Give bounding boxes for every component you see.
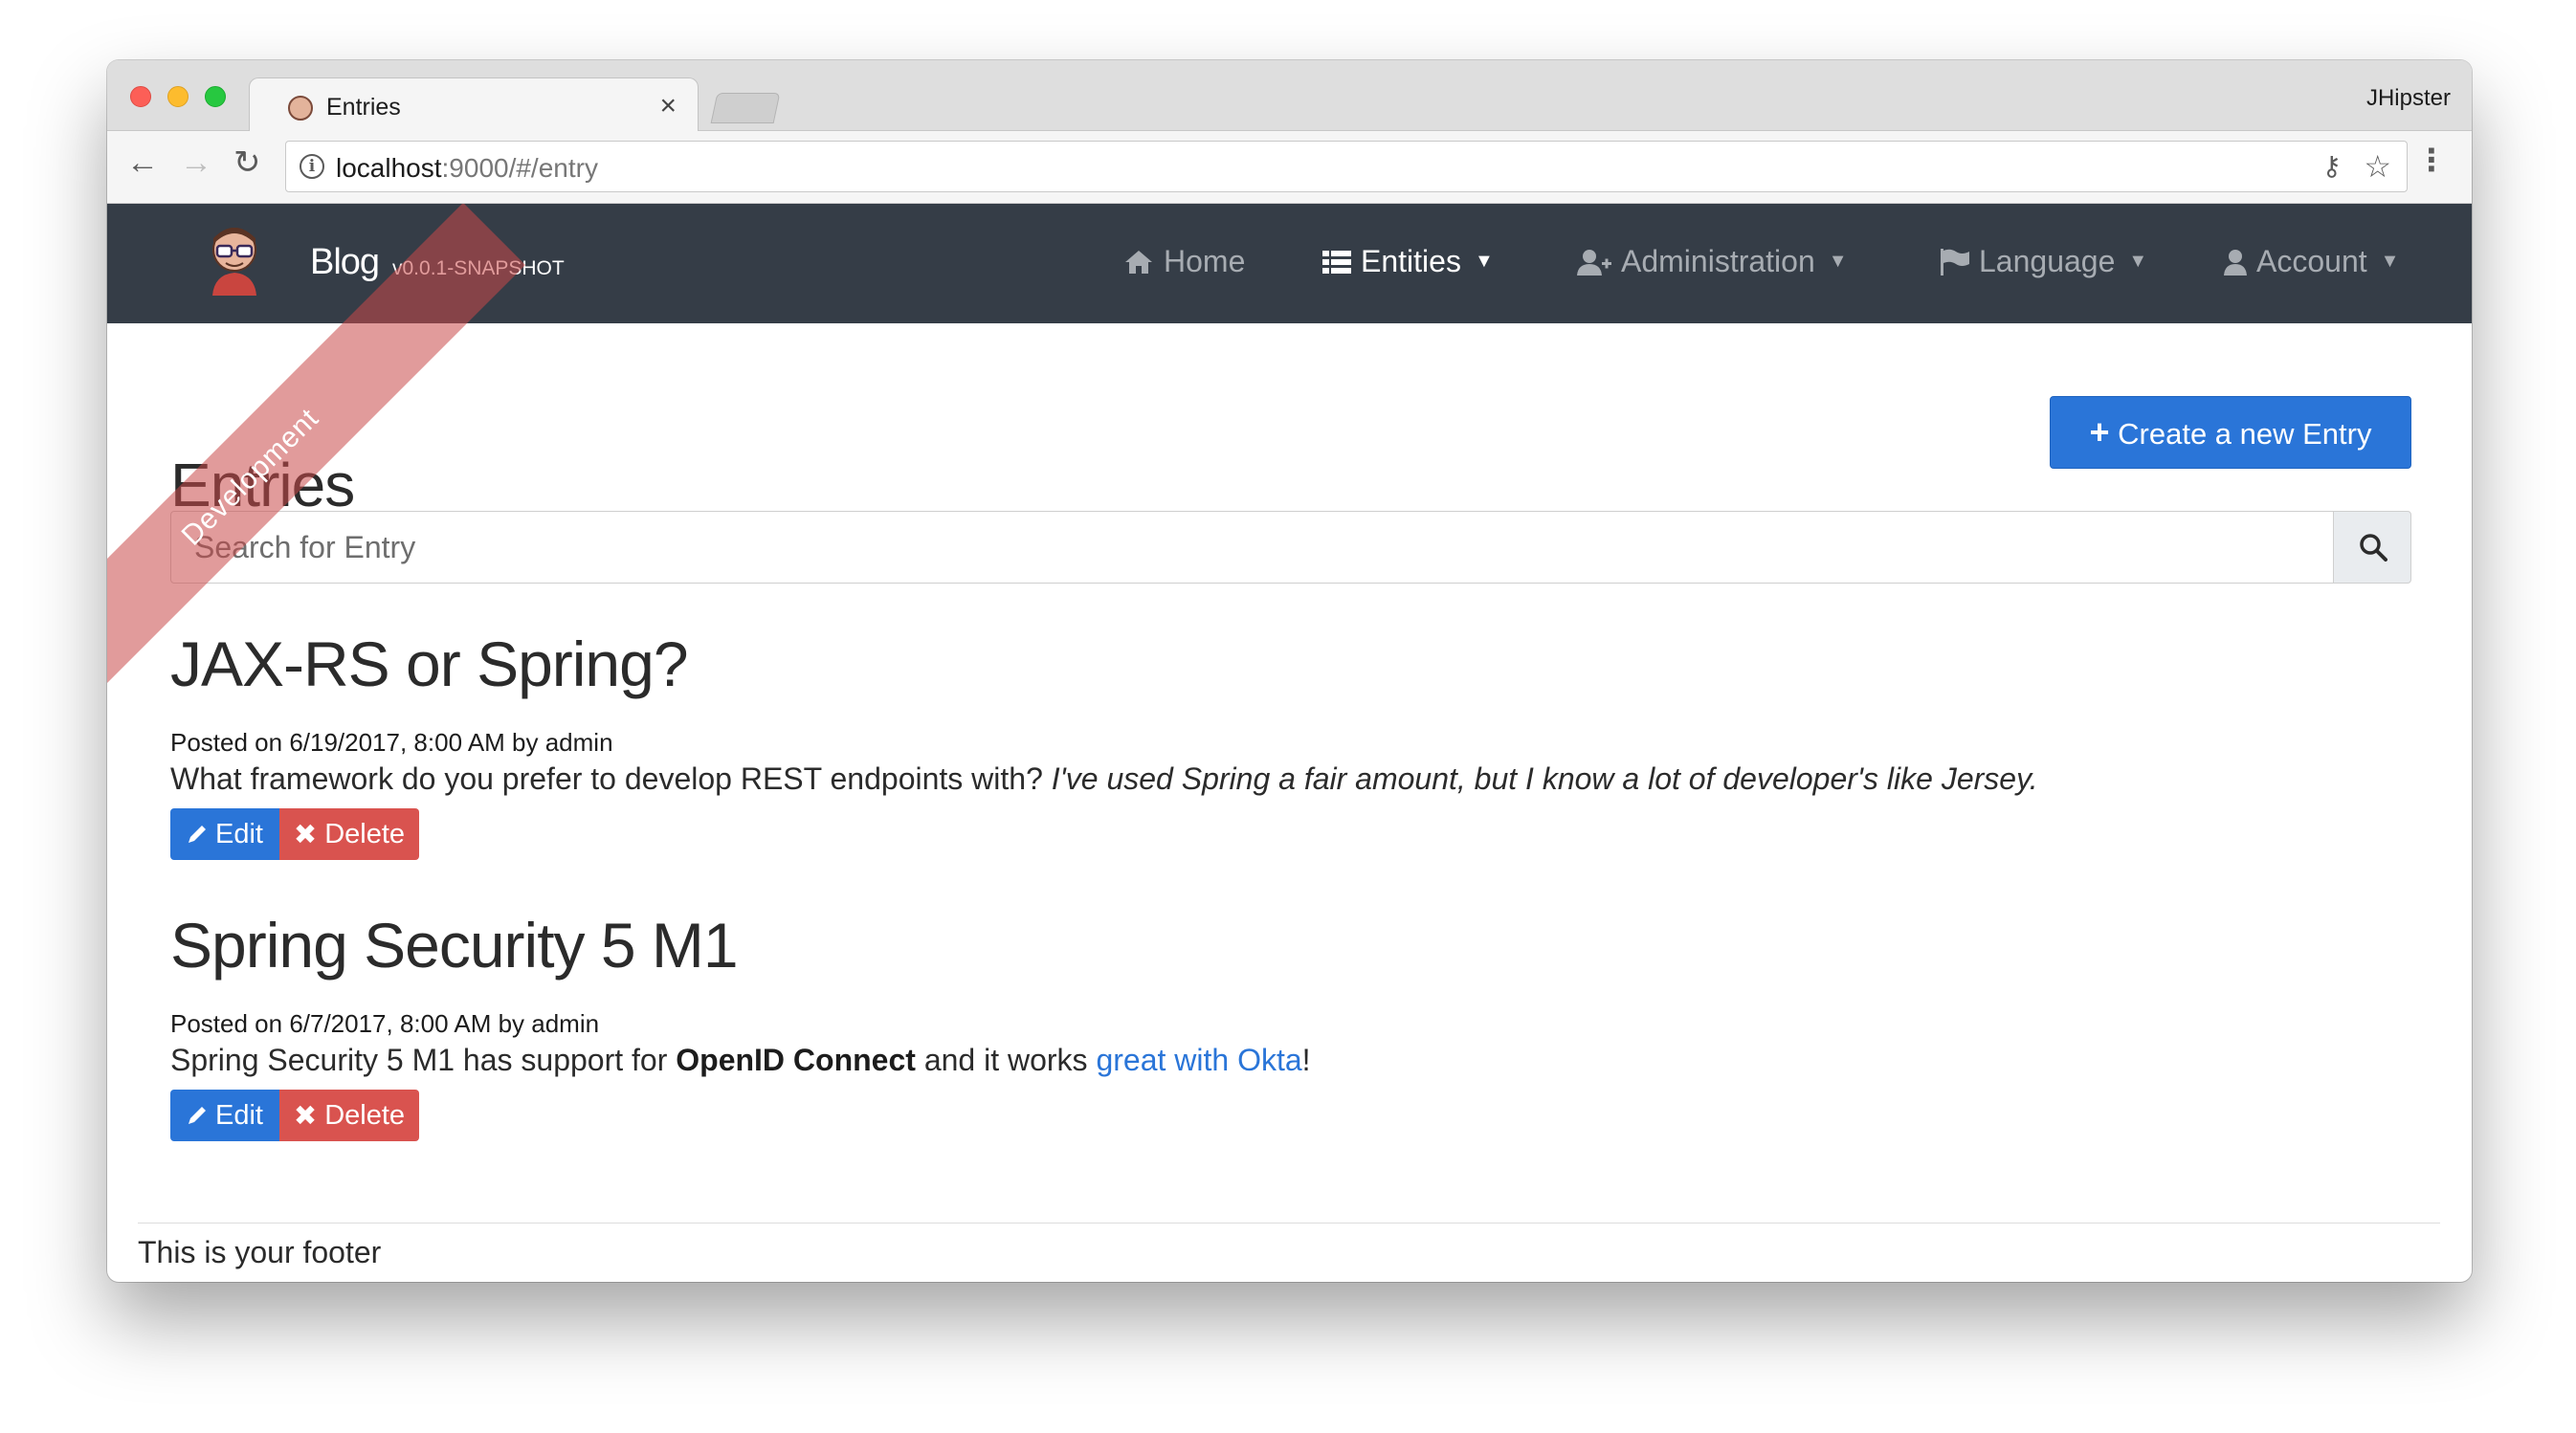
browser-menu-icon[interactable]: ⋮ [2416,144,2447,175]
nav-item-label: Administration [1621,244,1815,278]
bookmark-star-icon[interactable]: ☆ [2364,148,2391,185]
entry-actions: Edit ✖ Delete [170,1090,419,1141]
entry-body-text: and it works [915,1043,1097,1077]
entry-body: Spring Security 5 M1 has support for Ope… [170,1043,1311,1078]
search-button[interactable] [2333,511,2411,584]
close-icon: ✖ [293,819,318,850]
entry-actions: Edit ✖ Delete [170,808,419,860]
delete-button[interactable]: ✖ Delete [279,808,419,860]
tab-close-icon[interactable]: × [659,90,677,122]
favicon-icon [288,96,313,121]
profile-name[interactable]: JHipster [2366,85,2451,112]
edit-button[interactable]: Edit [170,808,279,860]
nav-item-language[interactable]: Language ▼ [1941,244,2147,279]
delete-button[interactable]: ✖ Delete [279,1090,419,1141]
chevron-down-icon: ▼ [1828,251,1848,272]
back-arrow-icon[interactable]: ← [126,146,159,179]
entry-meta: Posted on 6/19/2017, 8:00 AM by admin [170,728,613,757]
search-input[interactable] [170,511,2335,584]
flag-icon [1941,248,1969,276]
nav-item-label: Entities [1361,244,1461,278]
nav-item-label: Language [1979,244,2116,278]
chevron-down-icon: ▼ [1474,251,1494,272]
new-tab-button[interactable] [710,93,781,123]
address-row: ← → ↻ i localhost:9000/#/entry ⚷ ☆ ⋮ [107,131,2472,204]
brand-name[interactable]: Blog [310,242,380,283]
entry-meta: Posted on 6/7/2017, 8:00 AM by admin [170,1009,600,1038]
page-title: Entries [170,451,355,519]
user-icon [2224,249,2247,276]
maximize-window-button[interactable] [205,86,226,107]
delete-label: Delete [324,1099,406,1131]
list-icon [1322,250,1351,274]
nav-item-home[interactable]: Home [1123,244,1245,279]
entry-body-link[interactable]: great with Okta [1096,1043,1301,1077]
close-window-button[interactable] [130,86,151,107]
entry-title[interactable]: Spring Security 5 M1 [170,909,739,981]
tab-title: Entries [326,94,401,121]
user-plus-icon [1577,249,1611,276]
create-entry-label: Create a new Entry [2118,417,2372,451]
chevron-down-icon: ▼ [2128,251,2148,272]
info-icon[interactable]: i [300,154,324,179]
footer-text: This is your footer [138,1235,382,1269]
minimize-window-button[interactable] [167,86,189,107]
pencil-icon [189,1107,206,1124]
entry-body-text: What framework do you prefer to develop … [170,761,1052,796]
pencil-icon [189,826,206,843]
url-host: localhost [336,153,442,183]
browser-window: Entries × JHipster ← → ↻ i localhost:900… [107,60,2472,1282]
search-row [170,511,2411,584]
nav-item-administration[interactable]: Administration ▼ [1577,244,1848,279]
footer-divider [138,1223,2440,1224]
entry-title[interactable]: JAX-RS or Spring? [170,628,689,700]
jhipster-logo-icon[interactable] [205,221,264,296]
entry-body-italic: I've used Spring a fair amount, but I kn… [1051,761,2038,796]
tab-bar: Entries × JHipster [107,60,2472,133]
address-bar[interactable]: i localhost:9000/#/entry ⚷ ☆ [285,141,2408,192]
nav-item-label: Home [1164,244,1246,278]
edit-button[interactable]: Edit [170,1090,279,1141]
entry-body-text: Spring Security 5 M1 has support for [170,1043,677,1077]
search-icon [2360,534,2387,562]
nav-item-account[interactable]: Account ▼ [2224,244,2399,279]
browser-tab[interactable]: Entries × [249,77,699,133]
reload-icon[interactable]: ↻ [233,146,261,179]
delete-label: Delete [324,818,406,849]
home-icon [1125,250,1152,274]
url-path: :9000/#/entry [441,153,598,183]
entry-body-text: ! [1301,1043,1311,1077]
entry-body-bold: OpenID Connect [676,1043,916,1077]
key-icon[interactable]: ⚷ [2321,150,2342,182]
edit-label: Edit [215,1099,263,1131]
nav-item-entities[interactable]: Entities ▼ [1322,244,1494,279]
url-text[interactable]: localhost:9000/#/entry [336,153,598,184]
forward-arrow-icon[interactable]: → [180,146,212,179]
create-entry-button[interactable]: + Create a new Entry [2050,396,2411,469]
nav-item-label: Account [2256,244,2367,278]
entry-body: What framework do you prefer to develop … [170,761,2038,797]
edit-label: Edit [215,818,263,849]
brand-version: v0.0.1-SNAPSHOT [392,257,565,279]
app-navbar: Blog v0.0.1-SNAPSHOT Home Entities ▼ Adm… [107,204,2472,323]
chevron-down-icon: ▼ [2380,251,2400,272]
plus-icon: + [2089,412,2110,452]
close-icon: ✖ [293,1100,318,1132]
